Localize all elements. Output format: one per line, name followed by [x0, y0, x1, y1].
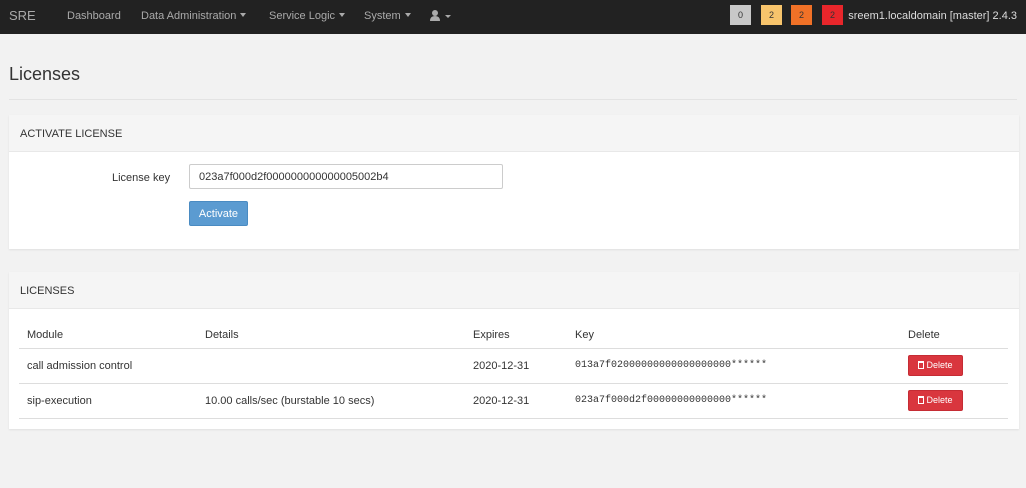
license-delete-cell: Delete: [900, 348, 1008, 384]
license-key: 013a7f02000000000000000000******: [567, 348, 900, 384]
status-badge-yellow[interactable]: 2: [761, 5, 782, 25]
license-key-input[interactable]: [189, 164, 503, 189]
host-info: sreem1.localdomain [master] 2.4.3: [848, 10, 1017, 22]
license-expires: 2020-12-31: [465, 383, 567, 419]
nav-data-administration-label: Data Administration: [141, 10, 237, 22]
license-module: sip-execution: [19, 383, 197, 419]
activate-license-heading: ACTIVATE LICENSE: [9, 115, 1019, 152]
trash-icon: [918, 361, 925, 369]
nav-system[interactable]: System: [364, 10, 411, 22]
chevron-down-icon: [339, 13, 346, 17]
delete-license-button[interactable]: Delete: [908, 355, 963, 376]
status-badge-grey[interactable]: 0: [730, 5, 751, 25]
top-navbar: SRE Dashboard Data Administration Servic…: [0, 0, 1026, 34]
delete-button-label: Delete: [926, 395, 953, 405]
licenses-heading: LICENSES: [9, 272, 1019, 309]
licenses-panel: LICENSES Module Details Expires Key Dele…: [9, 272, 1019, 429]
license-details: [197, 348, 465, 384]
user-menu[interactable]: [430, 9, 452, 23]
nav-data-administration[interactable]: Data Administration: [141, 10, 247, 22]
nav-dashboard[interactable]: Dashboard: [67, 10, 121, 22]
activate-button[interactable]: Activate: [189, 201, 248, 226]
license-delete-cell: Delete: [900, 383, 1008, 419]
license-key-label: License key: [112, 172, 171, 184]
license-expires: 2020-12-31: [465, 348, 567, 384]
table-row: call admission control 2020-12-31 013a7f…: [19, 348, 1008, 384]
activate-license-panel: ACTIVATE LICENSE License key Activate: [9, 115, 1019, 249]
column-header-key: Key: [567, 322, 900, 349]
column-header-expires: Expires: [465, 322, 567, 349]
column-header-module: Module: [19, 322, 197, 349]
column-header-delete: Delete: [900, 322, 1008, 349]
table-row: sip-execution 10.00 calls/sec (burstable…: [19, 383, 1008, 419]
table-header-row: Module Details Expires Key Delete: [19, 322, 1008, 349]
license-key: 023a7f000d2f00000000000000******: [567, 383, 900, 419]
licenses-table: Module Details Expires Key Delete call a…: [19, 322, 1008, 419]
trash-icon: [918, 396, 925, 404]
license-module: call admission control: [19, 348, 197, 384]
delete-license-button[interactable]: Delete: [908, 390, 963, 411]
column-header-details: Details: [197, 322, 465, 349]
chevron-down-icon: [240, 13, 247, 17]
status-badge-orange[interactable]: 2: [791, 5, 812, 25]
user-icon: [430, 10, 451, 21]
status-badge-red[interactable]: 2: [822, 5, 843, 25]
nav-service-logic[interactable]: Service Logic: [269, 10, 346, 22]
nav-dashboard-label: Dashboard: [67, 10, 121, 22]
chevron-down-icon: [404, 13, 411, 17]
nav-system-label: System: [364, 10, 401, 22]
delete-button-label: Delete: [926, 360, 953, 370]
title-divider: [9, 99, 1017, 100]
page-title: Licenses: [9, 64, 81, 84]
license-details: 10.00 calls/sec (burstable 10 secs): [197, 383, 465, 419]
brand-logo[interactable]: SRE: [9, 8, 36, 23]
nav-service-logic-label: Service Logic: [269, 10, 336, 22]
